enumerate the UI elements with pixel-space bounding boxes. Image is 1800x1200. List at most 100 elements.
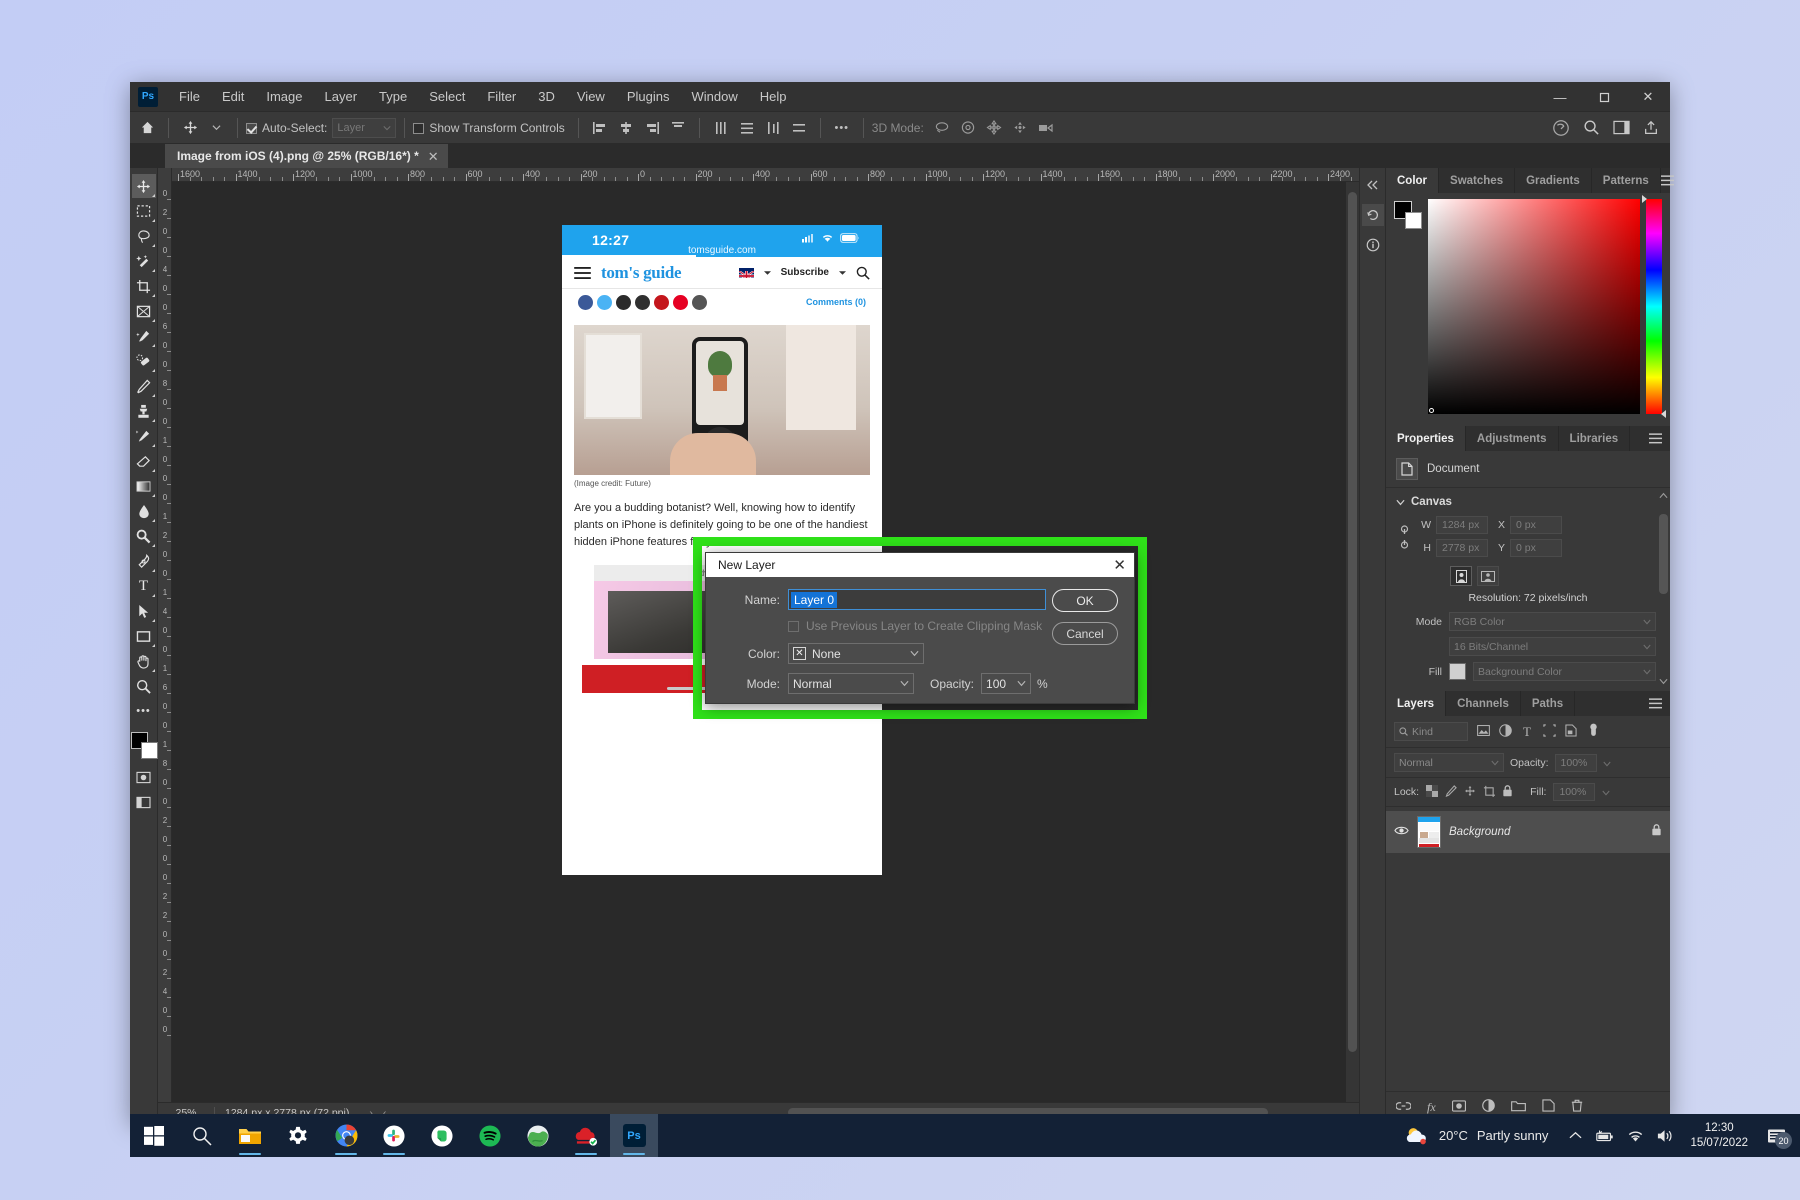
evernote-icon[interactable]: [418, 1114, 466, 1157]
color-swatches[interactable]: [131, 732, 157, 758]
gradient-tool[interactable]: [132, 474, 156, 498]
tab-gradients[interactable]: Gradients: [1515, 168, 1592, 193]
color-mode-dropdown[interactable]: RGB Color: [1449, 612, 1656, 631]
canvas-section-header[interactable]: Canvas: [1386, 496, 1670, 516]
document-tab[interactable]: Image from iOS (4).png @ 25% (RGB/16*) *…: [165, 144, 448, 168]
frame-tool[interactable]: [132, 299, 156, 323]
email-icon[interactable]: [635, 295, 650, 310]
lock-all-icon[interactable]: [1502, 785, 1513, 800]
adjustment-layer-filter-icon[interactable]: [1498, 724, 1512, 740]
x-field[interactable]: 0 px: [1510, 516, 1562, 534]
color-panel-swatches[interactable]: [1394, 201, 1422, 229]
lock-image-pixels-icon[interactable]: [1445, 785, 1457, 800]
history-icon[interactable]: [1362, 204, 1384, 226]
lock-position-icon[interactable]: [1464, 785, 1476, 800]
workspace-icon[interactable]: [1608, 116, 1634, 140]
layer-opacity-field[interactable]: 100%: [1555, 754, 1597, 772]
photoshop-taskbar-icon[interactable]: Ps: [610, 1114, 658, 1157]
opacity-stepper-icon[interactable]: [1603, 754, 1611, 772]
cancel-button[interactable]: Cancel: [1052, 622, 1118, 645]
menu-filter[interactable]: Filter: [476, 85, 527, 108]
hand-tool[interactable]: [132, 649, 156, 673]
edit-toolbar-icon[interactable]: •••: [132, 699, 156, 723]
pan-3d-icon[interactable]: [981, 116, 1007, 140]
menu-help[interactable]: Help: [749, 85, 798, 108]
height-field[interactable]: 2778 px: [1436, 539, 1488, 557]
facebook-icon[interactable]: [578, 295, 593, 310]
tab-layers[interactable]: Layers: [1386, 691, 1446, 716]
subscribe-button[interactable]: Subscribe: [781, 267, 829, 278]
globe-browser-icon[interactable]: [514, 1114, 562, 1157]
auto-select-checkbox[interactable]: [246, 123, 257, 134]
orbit-3d-icon[interactable]: [929, 116, 955, 140]
quick-mask-icon[interactable]: [132, 765, 156, 789]
ok-button[interactable]: OK: [1052, 589, 1118, 612]
fill-dropdown[interactable]: Background Color: [1473, 662, 1656, 681]
crop-tool[interactable]: [132, 274, 156, 298]
tool-preset-chevron-icon[interactable]: [203, 116, 229, 140]
more-share-icon[interactable]: [692, 295, 707, 310]
type-layer-filter-icon[interactable]: T: [1520, 724, 1534, 740]
tab-paths[interactable]: Paths: [1521, 691, 1575, 716]
share-icon[interactable]: [1638, 116, 1664, 140]
opacity-input[interactable]: 100: [981, 673, 1031, 694]
align-top-edges-icon[interactable]: [665, 116, 691, 140]
tab-patterns[interactable]: Patterns: [1592, 168, 1661, 193]
adobe-creative-cloud-icon[interactable]: [562, 1114, 610, 1157]
share-icon[interactable]: [616, 295, 631, 310]
layer-thumbnail[interactable]: [1417, 816, 1441, 848]
tab-adjustments[interactable]: Adjustments: [1466, 426, 1559, 451]
link-layers-icon[interactable]: [1396, 1100, 1411, 1114]
pixel-layer-filter-icon[interactable]: [1476, 725, 1490, 739]
eraser-tool[interactable]: [132, 449, 156, 473]
maximize-button[interactable]: [1582, 82, 1626, 112]
new-adjustment-layer-icon[interactable]: [1482, 1099, 1495, 1115]
home-icon[interactable]: [134, 116, 160, 140]
collapse-panels-icon[interactable]: [1362, 174, 1384, 196]
fx-icon[interactable]: fx: [1427, 1100, 1436, 1115]
tab-libraries[interactable]: Libraries: [1559, 426, 1631, 451]
path-selection-tool[interactable]: [132, 599, 156, 623]
new-group-icon[interactable]: [1511, 1100, 1526, 1115]
delete-layer-icon[interactable]: [1571, 1099, 1583, 1115]
history-brush-tool[interactable]: [132, 424, 156, 448]
menu-select[interactable]: Select: [418, 85, 476, 108]
menu-image[interactable]: Image: [255, 85, 313, 108]
layer-locked-icon[interactable]: [1651, 823, 1662, 841]
canvas-viewport[interactable]: 12:27 tomsguide.com tom's guide: [172, 182, 1346, 1102]
show-hidden-icons-chevron[interactable]: [1560, 1114, 1590, 1157]
dialog-close-icon[interactable]: ✕: [1113, 558, 1126, 573]
menu-file[interactable]: File: [168, 85, 211, 108]
clone-stamp-tool[interactable]: [132, 399, 156, 423]
add-mask-icon[interactable]: [1452, 1100, 1466, 1115]
menu-type[interactable]: Type: [368, 85, 418, 108]
settings-gear-icon[interactable]: [274, 1114, 322, 1157]
uk-flag-icon[interactable]: [739, 268, 754, 278]
rectangular-marquee-tool[interactable]: [132, 199, 156, 223]
pen-tool[interactable]: [132, 549, 156, 573]
taskbar-search-icon[interactable]: [178, 1114, 226, 1157]
brush-tool[interactable]: [132, 374, 156, 398]
camera-3d-icon[interactable]: [1033, 116, 1059, 140]
minimize-button[interactable]: —: [1538, 82, 1582, 112]
align-right-edges-icon[interactable]: [639, 116, 665, 140]
move-tool[interactable]: [132, 174, 156, 198]
volume-icon[interactable]: [1650, 1114, 1680, 1157]
layer-visibility-icon[interactable]: [1394, 823, 1409, 841]
zoom-tool[interactable]: [132, 674, 156, 698]
help-search-icon[interactable]: [1548, 116, 1574, 140]
object-selection-tool[interactable]: [132, 249, 156, 273]
lock-transparent-pixels-icon[interactable]: [1426, 785, 1438, 800]
panel-menu-icon[interactable]: [1661, 168, 1682, 193]
battery-icon[interactable]: [1590, 1114, 1620, 1157]
blur-tool[interactable]: [132, 499, 156, 523]
properties-scrollbar[interactable]: [1659, 492, 1668, 685]
tab-swatches[interactable]: Swatches: [1439, 168, 1515, 193]
width-field[interactable]: 1284 px: [1436, 516, 1488, 534]
move-tool-icon[interactable]: [177, 116, 203, 140]
panel-menu-icon[interactable]: [1649, 426, 1670, 451]
hue-slider[interactable]: [1646, 199, 1662, 414]
vertical-ruler[interactable]: 0200400600800100012001400160018002000220…: [158, 182, 172, 1102]
menu-layer[interactable]: Layer: [314, 85, 369, 108]
document-tab-close-icon[interactable]: ✕: [428, 150, 439, 163]
